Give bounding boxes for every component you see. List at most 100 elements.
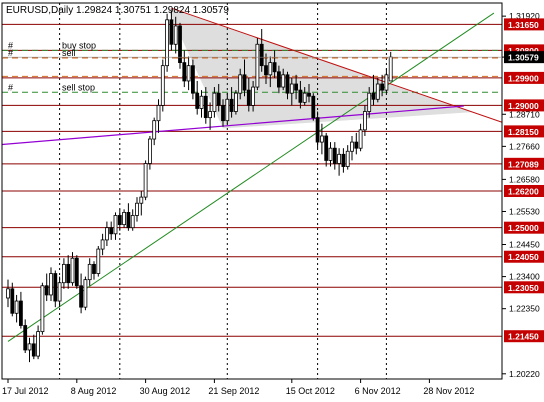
candle-body <box>319 135 324 143</box>
candle <box>143 160 148 201</box>
price-tick-label: 1.25530 <box>509 206 540 216</box>
candle-body <box>160 65 165 106</box>
price-tick-label: 1.26580 <box>509 174 540 184</box>
candle-body <box>367 92 372 112</box>
candle-body <box>31 343 36 357</box>
candle-body <box>126 211 131 229</box>
candle-body <box>70 257 75 284</box>
candle-body <box>199 95 204 109</box>
candle-body <box>143 163 148 198</box>
candle-body <box>380 83 385 91</box>
candle-body <box>350 141 354 152</box>
candle-body <box>246 89 251 106</box>
order-marker: # <box>8 48 13 58</box>
price-tick-label: 1.22350 <box>509 304 540 314</box>
candle-body <box>186 65 191 82</box>
time-tick-label: 17 Jul 2012 <box>2 386 49 396</box>
candle-body <box>44 285 49 296</box>
candle-body <box>354 141 359 149</box>
candle-body <box>358 129 363 149</box>
candle-body <box>182 62 187 82</box>
level-label: 1.21450 <box>508 332 539 342</box>
candle-body <box>100 239 105 250</box>
candle-body <box>332 147 337 164</box>
candle <box>122 209 126 228</box>
time-tick-label: 28 Nov 2012 <box>423 386 474 396</box>
candle-body <box>233 92 238 112</box>
candle-body <box>195 92 200 109</box>
candle-body <box>388 56 393 82</box>
candle-body <box>105 227 109 241</box>
candle-body <box>203 95 208 119</box>
candle-body <box>62 263 66 284</box>
candle <box>165 13 170 72</box>
level-label: 1.28150 <box>508 127 539 137</box>
price-tick-label: 1.24450 <box>509 239 540 249</box>
candle <box>311 93 316 121</box>
candle <box>40 282 45 335</box>
candle-body <box>27 343 32 351</box>
candle-body <box>113 215 118 235</box>
time-tick-label: 15 Oct 2012 <box>286 386 335 396</box>
candle-body <box>156 105 161 122</box>
candle-body <box>36 331 40 357</box>
candle-body <box>117 215 122 226</box>
candle-body <box>341 153 346 167</box>
level-label: 1.24050 <box>508 252 539 262</box>
candle-body <box>362 111 367 131</box>
candle-body <box>83 279 88 308</box>
order-label: sell <box>62 48 76 58</box>
candle-body <box>165 19 170 67</box>
candle-body <box>216 92 221 106</box>
chart-header: EURUSD,Daily 1.29824 1.30751 1.29824 1.3… <box>6 5 229 16</box>
candle-body <box>229 98 234 112</box>
eurusd-daily-chart[interactable]: #buy stop#sell#sell stop 1.319201.305791… <box>0 0 544 402</box>
level-label: 1.29000 <box>508 101 539 111</box>
candle-body <box>285 74 290 94</box>
candle-body <box>238 74 243 94</box>
candle-body <box>49 273 53 296</box>
candle-body <box>130 215 135 229</box>
candle-body <box>255 43 260 88</box>
candle <box>233 90 238 115</box>
candle-body <box>375 83 380 100</box>
level-label: 1.31650 <box>508 20 539 30</box>
candle-body <box>79 285 83 308</box>
candle-body <box>122 211 126 226</box>
candle-body <box>109 227 114 235</box>
candle-body <box>272 62 277 73</box>
candle-body <box>169 19 174 45</box>
candle-body <box>276 71 281 88</box>
price-tick-label: 1.23400 <box>509 272 540 282</box>
candle-body <box>53 273 58 302</box>
candle-body <box>92 263 96 274</box>
level-label: 1.25000 <box>508 223 539 233</box>
level-label: 1.26200 <box>508 187 539 197</box>
candle-body <box>259 43 264 67</box>
time-tick-label: 8 Aug 2012 <box>71 386 117 396</box>
current-price-label: 1.30579 <box>508 53 539 63</box>
candle-body <box>96 248 101 274</box>
candle <box>74 255 79 289</box>
candle-body <box>190 65 195 94</box>
candle-body <box>315 117 320 143</box>
candle <box>83 276 88 311</box>
candle-body <box>264 65 268 76</box>
candle-body <box>212 92 217 112</box>
candle-body <box>328 147 333 161</box>
candle-body <box>294 83 299 91</box>
candle-body <box>14 300 19 314</box>
candle-body <box>66 263 71 284</box>
level-label: 1.27089 <box>508 159 539 169</box>
candle-body <box>87 263 92 281</box>
candle-body <box>371 92 376 100</box>
candle-body <box>225 98 230 122</box>
order-label: sell stop <box>62 82 95 92</box>
candle-body <box>57 282 62 302</box>
level-label: 1.29900 <box>508 73 539 83</box>
time-tick-label: 6 Nov 2012 <box>355 386 401 396</box>
candle-body <box>242 74 247 91</box>
candle-body <box>135 202 139 216</box>
candle <box>96 246 101 277</box>
candle <box>178 22 182 69</box>
